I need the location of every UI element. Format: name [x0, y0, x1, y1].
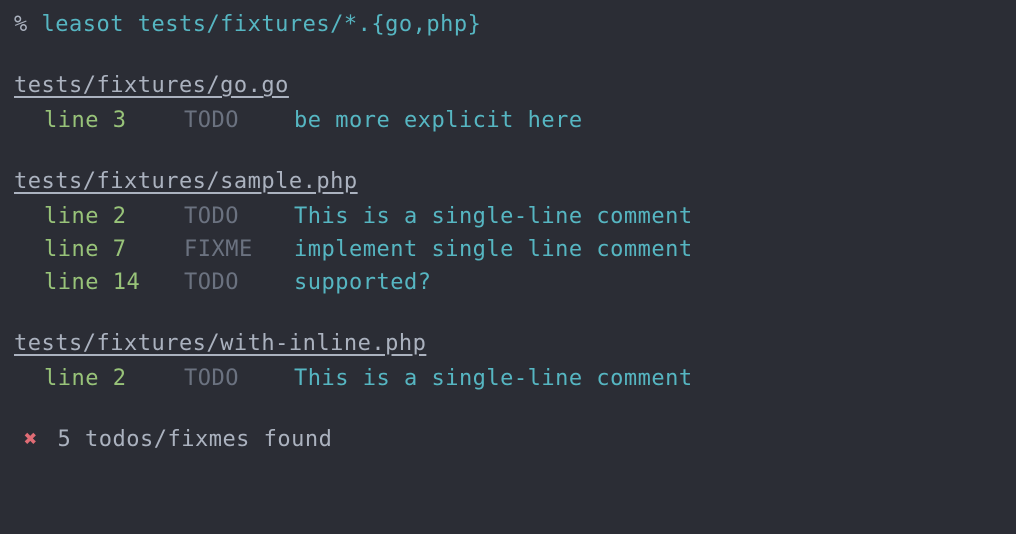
result-line: line 3 TODO be more explicit here	[14, 104, 1002, 137]
tag-label: FIXME	[184, 233, 294, 266]
file-path: tests/fixtures/go.go	[14, 69, 1002, 102]
line-number: line 2	[44, 200, 184, 233]
line-number: line 7	[44, 233, 184, 266]
summary-text: 5 todos/fixmes found	[58, 427, 333, 452]
result-line: line 2 TODO This is a single-line commen…	[14, 200, 1002, 233]
summary: ✖ 5 todos/fixmes found	[14, 423, 1002, 456]
tag-label: TODO	[184, 266, 294, 299]
file-group: tests/fixtures/sample.php line 2 TODO Th…	[14, 165, 1002, 299]
result-line: line 14 TODO supported?	[14, 266, 1002, 299]
file-path: tests/fixtures/sample.php	[14, 165, 1002, 198]
line-number: line 2	[44, 362, 184, 395]
result-line: line 7 FIXME implement single line comme…	[14, 233, 1002, 266]
line-number: line 14	[44, 266, 184, 299]
line-number: line 3	[44, 104, 184, 137]
message-text: This is a single-line comment	[294, 362, 693, 395]
command-line: % leasot tests/fixtures/*.{go,php}	[14, 8, 1002, 41]
message-text: This is a single-line comment	[294, 200, 693, 233]
cross-icon: ✖	[24, 427, 38, 452]
command-text: leasot tests/fixtures/*.{go,php}	[42, 12, 482, 37]
file-group: tests/fixtures/go.go line 3 TODO be more…	[14, 69, 1002, 137]
file-group: tests/fixtures/with-inline.php line 2 TO…	[14, 327, 1002, 395]
tag-label: TODO	[184, 104, 294, 137]
message-text: be more explicit here	[294, 104, 583, 137]
tag-label: TODO	[184, 200, 294, 233]
message-text: implement single line comment	[294, 233, 693, 266]
file-path: tests/fixtures/with-inline.php	[14, 327, 1002, 360]
prompt-symbol: %	[14, 12, 28, 37]
tag-label: TODO	[184, 362, 294, 395]
result-line: line 2 TODO This is a single-line commen…	[14, 362, 1002, 395]
message-text: supported?	[294, 266, 431, 299]
